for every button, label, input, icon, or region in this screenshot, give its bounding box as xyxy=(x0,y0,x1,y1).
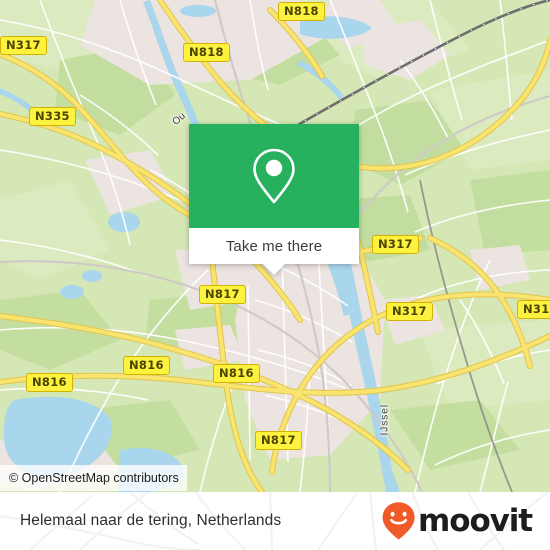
moovit-smiley-pin-icon xyxy=(382,502,415,540)
road-shield[interactable]: N317 xyxy=(517,300,550,319)
popup-tail xyxy=(263,264,285,275)
road-shield[interactable]: N817 xyxy=(199,285,246,304)
road-shield[interactable]: N317 xyxy=(386,302,433,321)
attribution-text: © OpenStreetMap contributors xyxy=(9,471,179,485)
map-attribution[interactable]: © OpenStreetMap contributors xyxy=(0,465,187,491)
take-me-there-label: Take me there xyxy=(225,237,323,255)
road-shield[interactable]: N818 xyxy=(183,43,230,62)
road-shield[interactable]: N317 xyxy=(372,235,419,254)
popup-action-bar[interactable]: Take me there xyxy=(189,228,359,275)
page-title: Helemaal naar de tering, Netherlands xyxy=(20,512,282,529)
road-shield[interactable]: N818 xyxy=(278,2,325,21)
road-shield[interactable]: N817 xyxy=(255,431,302,450)
road-shield[interactable]: N335 xyxy=(29,107,76,126)
river-label-ijssel: IJssel xyxy=(379,403,391,436)
footer-bar: Helemaal naar de tering, Netherlands moo… xyxy=(0,492,550,550)
road-shield[interactable]: N816 xyxy=(213,364,260,383)
popup-icon-panel xyxy=(189,124,359,228)
moovit-wordmark: moovit xyxy=(418,502,533,539)
road-shield[interactable]: N317 xyxy=(0,36,47,55)
moovit-logo[interactable]: moovit xyxy=(381,501,533,541)
road-shield[interactable]: N816 xyxy=(26,373,73,392)
moovit-map-screen: N317 N818 N818 N335 N317 N317 N317 N817 … xyxy=(0,0,550,550)
destination-popup[interactable]: Take me there xyxy=(189,124,359,275)
road-shield[interactable]: N816 xyxy=(123,356,170,375)
map-pin-icon xyxy=(253,148,295,204)
map-viewport[interactable]: N317 N818 N818 N335 N317 N317 N317 N817 … xyxy=(0,0,550,492)
